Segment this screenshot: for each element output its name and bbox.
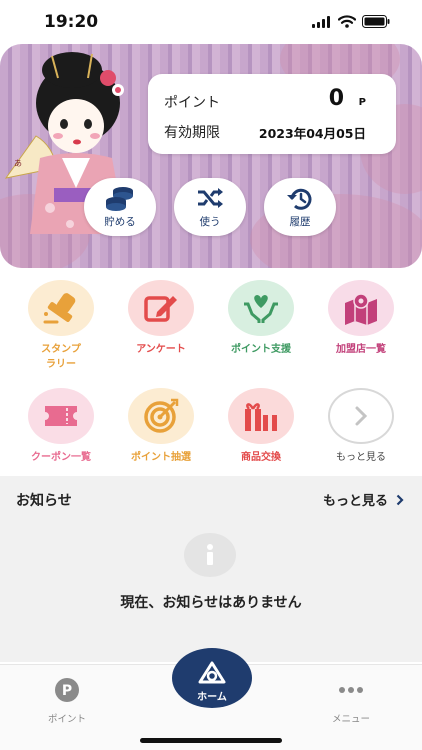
history-icon: [287, 188, 312, 210]
point-lottery-label: ポイント抽選: [131, 452, 191, 463]
support-circle: [228, 280, 294, 336]
status-icons: [312, 15, 390, 28]
tab-menu-label: メニュー: [331, 714, 370, 725]
battery-icon: [362, 15, 390, 28]
points-label: ポイント: [164, 95, 220, 111]
more-circle: [328, 388, 394, 444]
points-card: ポイント 0 P 有効期限 2023年04月05日: [148, 74, 396, 154]
use-points-button[interactable]: 使う: [174, 178, 246, 236]
home-indicator: [140, 738, 282, 743]
menu-point-support[interactable]: ポイント支援: [221, 280, 301, 357]
survey-label: アンケート: [136, 344, 186, 355]
news-title: お知らせ: [16, 493, 72, 509]
menu-see-more[interactable]: もっと見る: [321, 388, 401, 465]
tab-home-label: ホーム: [197, 692, 227, 703]
coupons-circle: [28, 388, 94, 444]
survey-circle: [128, 280, 194, 336]
save-points-label: 貯める: [104, 216, 136, 228]
coupon-list-label: クーポン一覧: [31, 452, 91, 463]
points-value: 0: [328, 86, 344, 111]
menu-stamp-rally[interactable]: スタンプ ラリー: [21, 280, 101, 372]
use-points-label: 使う: [199, 216, 221, 228]
stamp-rally-label: スタンプ ラリー: [41, 344, 81, 370]
dots-icon: [339, 687, 363, 693]
point-support-label: ポイント支援: [231, 344, 291, 355]
status-time: 19:20: [44, 12, 99, 32]
stores-circle: [328, 280, 394, 336]
news-more-link[interactable]: もっと見る: [323, 490, 404, 509]
see-more-label: もっと見る: [336, 452, 386, 463]
gift-icon: [245, 403, 277, 431]
target-icon: [144, 398, 179, 433]
points-unit: P: [358, 97, 366, 108]
signal-icon: [312, 15, 330, 28]
lottery-circle: [128, 388, 194, 444]
coins-icon: [106, 187, 133, 211]
wifi-icon: [338, 15, 356, 28]
stamp-icon: [43, 293, 76, 324]
shuffle-icon: [198, 188, 223, 208]
expiry-date: 2023年04月05日: [258, 126, 366, 141]
exchange-circle: [228, 388, 294, 444]
menu-point-lottery[interactable]: ポイント抽選: [121, 388, 201, 465]
svg-text:あ: あ: [14, 159, 22, 168]
news-section: お知らせ もっと見る 現在、お知らせはありません: [0, 476, 422, 662]
tab-points[interactable]: P ポイント: [22, 677, 112, 725]
tab-home[interactable]: ホーム: [172, 648, 252, 708]
menu-survey[interactable]: アンケート: [121, 280, 201, 357]
map-pin-icon: [345, 293, 377, 325]
tab-menu[interactable]: メニュー: [306, 677, 396, 725]
history-button[interactable]: 履歴: [264, 178, 336, 236]
home-icon: [198, 661, 226, 684]
status-bar: 19:20: [0, 0, 422, 44]
store-list-label: 加盟店一覧: [336, 344, 386, 355]
info-icon: [184, 533, 236, 577]
heart-hands-icon: [244, 295, 278, 323]
product-exchange-label: 商品交換: [241, 452, 281, 463]
stamp-circle: [28, 280, 94, 336]
expiry-label: 有効期限: [164, 125, 220, 141]
menu-coupon-list[interactable]: クーポン一覧: [21, 388, 101, 465]
save-points-button[interactable]: 貯める: [84, 178, 156, 236]
news-empty-message: 現在、お知らせはありません: [120, 595, 302, 611]
ticket-icon: [45, 406, 77, 426]
chevron-right-icon: [396, 494, 404, 505]
menu-product-exchange[interactable]: 商品交換: [221, 388, 301, 465]
history-label: 履歴: [289, 216, 311, 228]
chevron-right-icon: [355, 406, 368, 426]
news-more-label: もっと見る: [322, 494, 388, 509]
hero-banner: あ ポイント 0 P 有効期限 2023年04月05日 貯める 使う 履歴: [0, 44, 422, 268]
point-p-icon: P: [55, 678, 79, 702]
tab-points-label: ポイント: [47, 714, 86, 725]
svg-text:P: P: [62, 683, 72, 699]
menu-store-list[interactable]: 加盟店一覧: [321, 280, 401, 357]
survey-edit-icon: [144, 296, 177, 322]
